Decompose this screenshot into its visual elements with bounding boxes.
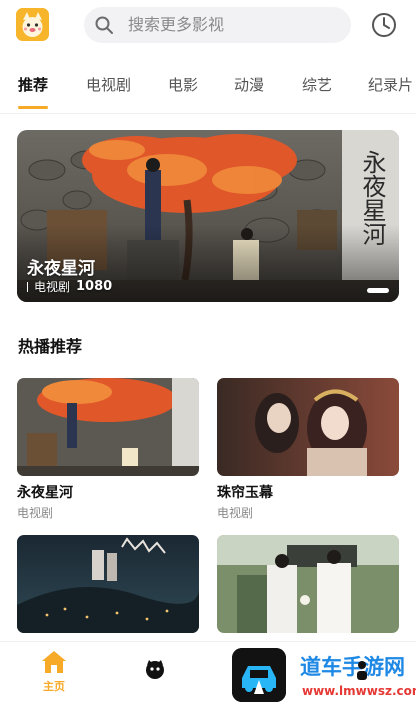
profile-icon[interactable] [356, 660, 368, 680]
watermark-logo [232, 648, 286, 702]
meta-separator [27, 281, 28, 292]
video-card[interactable]: 珠帘玉幕 电视剧 [217, 378, 399, 521]
video-card[interactable] [217, 535, 399, 633]
banner-category: 电视剧 [34, 280, 71, 294]
video-thumbnail [17, 535, 199, 633]
hero-banner[interactable]: 永夜星河 永夜星河 电视剧 1080 [17, 130, 399, 302]
top-bar: 搜索更多影视 [0, 0, 416, 56]
category-tabs: 推荐 电视剧 电影 动漫 综艺 纪录片 [0, 62, 416, 114]
search-icon [95, 16, 113, 34]
carousel-indicator [367, 288, 389, 293]
video-card[interactable] [17, 535, 199, 633]
banner-meta: 电视剧 1080 [27, 278, 112, 295]
nav-home[interactable]: 主页 [36, 650, 72, 694]
clock-icon[interactable] [370, 11, 398, 39]
tab-documentary[interactable]: 纪录片 [368, 74, 413, 96]
app-logo-icon[interactable] [16, 8, 49, 41]
nav-home-label: 主页 [43, 680, 65, 693]
banner-title: 永夜星河 [27, 259, 95, 279]
video-thumbnail [217, 378, 399, 476]
section-title: 热播推荐 [18, 337, 83, 356]
card-subtitle: 电视剧 [217, 506, 254, 520]
tab-tv-series[interactable]: 电视剧 [86, 74, 131, 96]
search-bar[interactable]: 搜索更多影视 [84, 7, 351, 43]
banner-calligraphy-title: 永夜星河 [357, 150, 387, 246]
active-tab-indicator [18, 106, 48, 109]
watermark-text: 道车手游网 [300, 655, 405, 679]
search-placeholder: 搜索更多影视 [128, 15, 225, 34]
video-thumbnail [17, 378, 199, 476]
banner-calligraphy-text: 永夜星河 [358, 150, 386, 246]
video-thumbnail [217, 535, 399, 633]
home-icon [42, 651, 66, 673]
watermark-url: www.lmwwsz.com [302, 684, 416, 698]
card-subtitle: 电视剧 [17, 506, 54, 520]
mascot-icon[interactable] [144, 658, 166, 680]
tab-variety[interactable]: 综艺 [302, 74, 332, 96]
card-title: 永夜星河 [17, 485, 73, 501]
tab-recommend[interactable]: 推荐 [18, 74, 48, 96]
banner-resolution: 1080 [76, 279, 113, 294]
tab-anime[interactable]: 动漫 [234, 74, 264, 96]
video-card[interactable]: 永夜星河 电视剧 [17, 378, 199, 521]
card-title: 珠帘玉幕 [217, 485, 273, 501]
tab-movies[interactable]: 电影 [168, 74, 198, 96]
